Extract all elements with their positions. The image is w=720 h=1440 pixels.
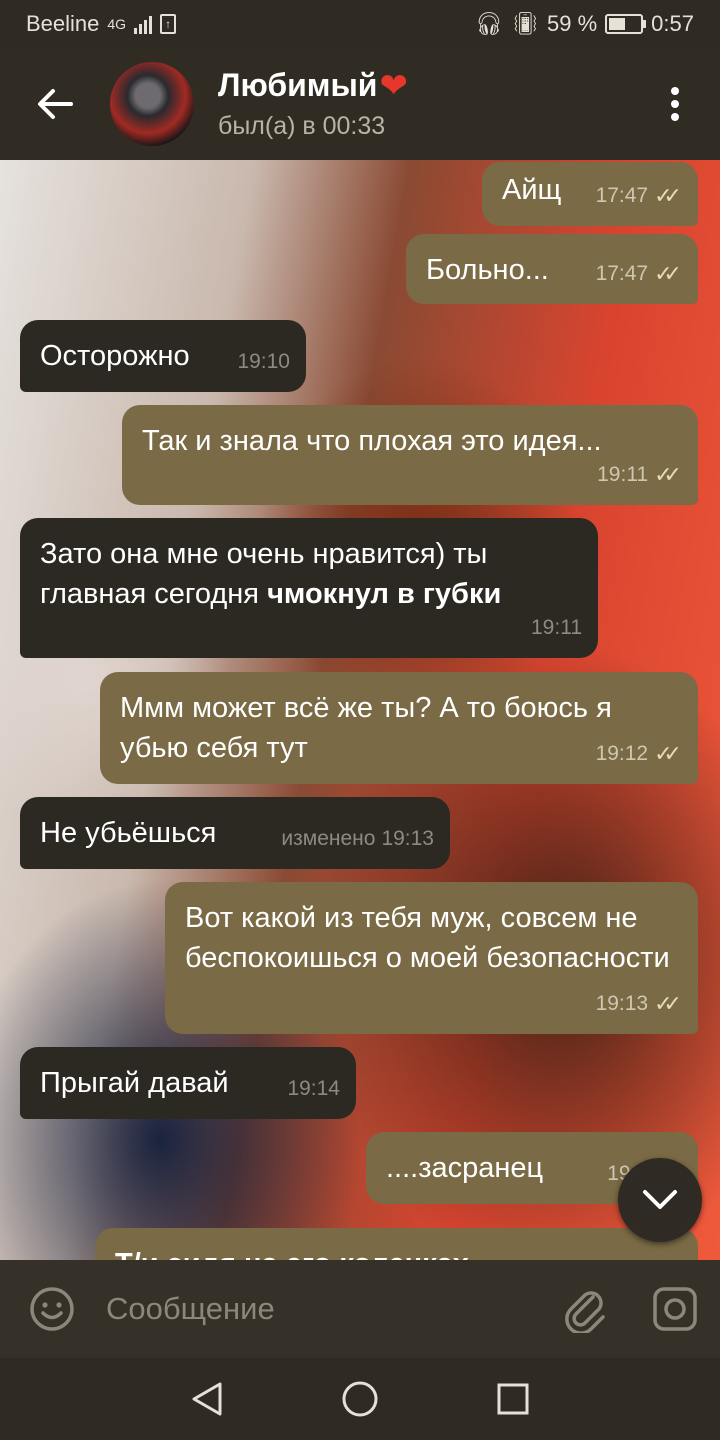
message-time: 19:11 [597, 463, 649, 486]
message-time: 17:47 [595, 262, 649, 285]
double-check-icon: ✓✓ [654, 741, 682, 766]
message-meta: изменено 19:13 [281, 819, 434, 859]
more-vertical-icon [671, 87, 679, 121]
triangle-back-icon [192, 1382, 222, 1416]
camera-button[interactable] [630, 1260, 720, 1358]
chevron-down-icon [643, 1190, 677, 1209]
square-recents-icon [497, 1383, 529, 1415]
contact-name: Любимый ❤ [218, 67, 630, 104]
back-button[interactable] [0, 48, 110, 160]
message-meta: 17:47 ✓✓ [596, 176, 682, 216]
attach-button[interactable] [540, 1260, 630, 1358]
message-bubble[interactable]: Не убьёшься изменено 19:13 [20, 797, 450, 869]
message-time: 19:14 [287, 1077, 340, 1100]
message-meta: 19:11 [531, 608, 582, 648]
message-meta: 19:10 [237, 342, 290, 382]
signal-icon [134, 14, 153, 34]
smiley-icon [30, 1287, 74, 1331]
message-text-bold: чмокнул в губки [267, 578, 502, 610]
headphones-icon: 🎧︎ [475, 11, 504, 36]
message-bubble[interactable]: Т/и сидя на его коленках [95, 1228, 698, 1260]
message-time: 19:10 [237, 350, 290, 373]
message-time: 17:47 [595, 184, 649, 207]
camera-icon [653, 1287, 697, 1331]
nav-home-button[interactable] [330, 1369, 390, 1429]
message-meta: 19:12 ✓✓ [596, 734, 682, 774]
message-text: Айщ [502, 174, 562, 206]
circle-home-icon [342, 1381, 378, 1417]
message-text: Не убьёшься [40, 817, 217, 849]
last-seen-status: был(а) в 00:33 [218, 112, 386, 140]
message-meta: 17:47 ✓✓ [596, 254, 682, 294]
message-bubble[interactable]: Ммм может всё же ты? А то боюсь я убью с… [100, 672, 698, 784]
system-nav-bar [0, 1358, 720, 1440]
nav-recents-button[interactable] [483, 1369, 543, 1429]
message-bubble[interactable]: Зато она мне очень нравится) ты главная … [20, 518, 598, 658]
status-bar: Beeline 4G ↑ 🎧︎ 📳︎ 59 % 0:57 [0, 0, 720, 48]
message-bubble[interactable]: Айщ 17:47 ✓✓ [482, 162, 698, 226]
message-list[interactable]: Айщ 17:47 ✓✓ Больно... 17:47 ✓✓ Осторожно … [0, 160, 720, 1260]
double-check-icon: ✓✓ [654, 183, 682, 208]
scroll-to-bottom-button[interactable] [618, 1158, 702, 1242]
double-check-icon: ✓✓ [654, 261, 682, 286]
paperclip-icon [565, 1291, 605, 1333]
message-text: Ммм может всё же ты? А то боюсь я убью с… [120, 692, 612, 764]
message-meta: 19:14 [287, 1069, 340, 1109]
message-time: 19:13 [595, 992, 649, 1015]
emoji-button[interactable] [0, 1260, 104, 1358]
message-meta: 19:13 ✓✓ [596, 984, 682, 1024]
avatar[interactable] [110, 62, 194, 146]
message-bubble[interactable]: Осторожно 19:10 [20, 320, 306, 392]
message-text: Прыгай давай [40, 1067, 229, 1099]
message-bubble[interactable]: Вот какой из тебя муж, совсем не беспоко… [165, 882, 698, 1034]
message-time: 19:13 [381, 827, 434, 850]
more-options-button[interactable] [630, 48, 720, 160]
message-input[interactable] [104, 1290, 540, 1328]
message-edited-label: изменено [281, 827, 376, 850]
message-text: Т/и сидя на его коленках [115, 1248, 469, 1260]
contact-name-text: Любимый [218, 67, 378, 103]
heart-emoji: ❤ [379, 66, 408, 105]
message-composer [0, 1260, 720, 1358]
arrow-left-icon [38, 89, 73, 119]
message-text: Так и знала что плохая это идея... [142, 425, 602, 457]
double-check-icon: ✓✓ [654, 462, 682, 487]
message-text: Больно... [426, 254, 549, 286]
message-meta: 19:11 ✓✓ [597, 455, 682, 495]
carrier-label: Beeline [26, 11, 100, 36]
chat-title-block[interactable]: Любимый ❤ был(а) в 00:33 [218, 67, 630, 141]
battery-icon [605, 14, 647, 34]
message-bubble[interactable]: Прыгай давай 19:14 [20, 1047, 356, 1119]
message-text: Осторожно [40, 340, 190, 372]
clock-label: 0:57 [651, 11, 694, 36]
double-check-icon: ✓✓ [654, 991, 682, 1016]
vibrate-icon: 📳︎ [511, 11, 540, 36]
message-text: Вот какой из тебя муж, совсем не беспоко… [185, 902, 670, 974]
message-time: 19:12 [595, 742, 649, 765]
message-text: ....засранец [386, 1152, 544, 1184]
battery-percent-label: 59 % [547, 11, 598, 36]
message-time: 19:11 [531, 616, 582, 639]
message-bubble[interactable]: Больно... 17:47 ✓✓ [406, 234, 698, 304]
network-type-label: 4G [107, 16, 127, 32]
chat-header: Любимый ❤ был(а) в 00:33 [0, 48, 720, 160]
message-bubble[interactable]: Так и знала что плохая это идея... 19:11… [122, 405, 698, 505]
nav-back-button[interactable] [177, 1369, 237, 1429]
upload-icon: ↑ [160, 14, 177, 34]
